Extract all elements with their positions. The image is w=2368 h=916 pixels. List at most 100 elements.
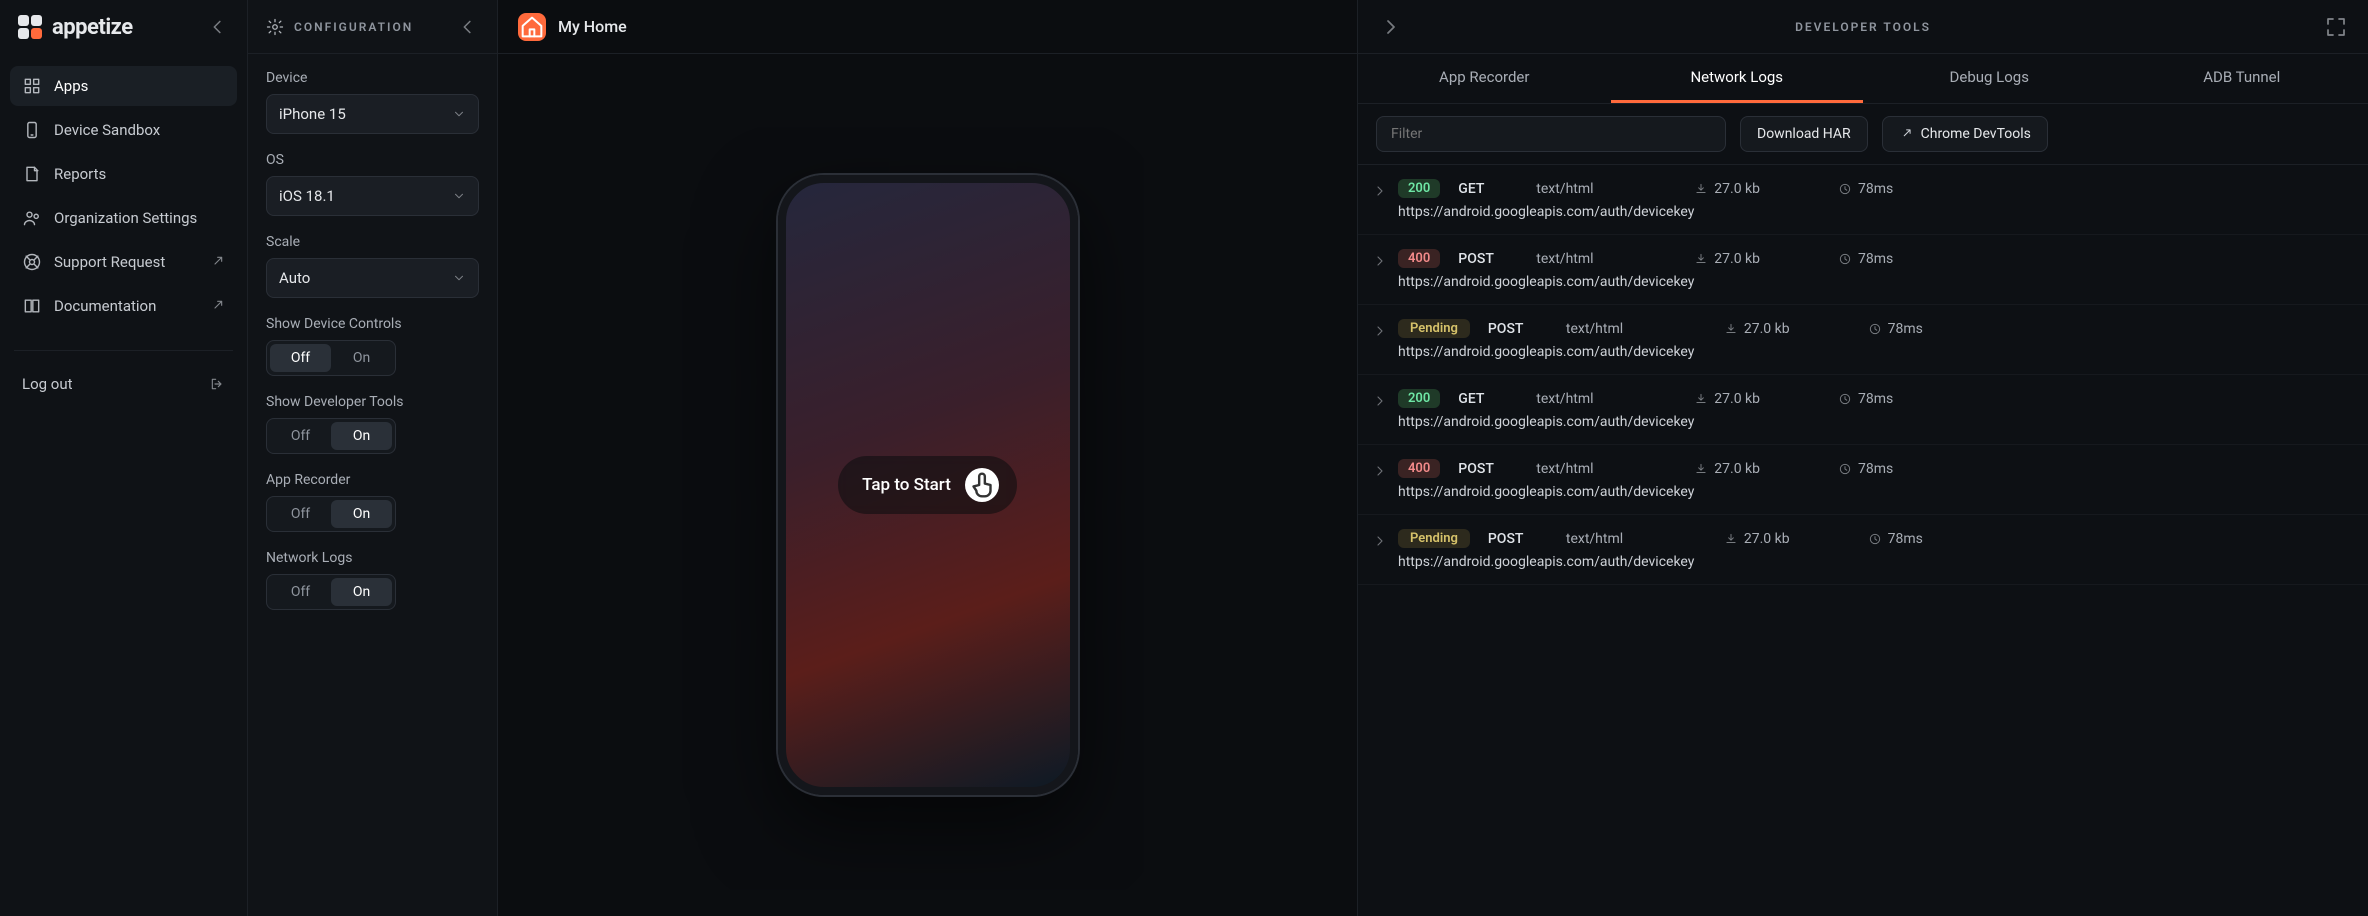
external-link-icon	[209, 254, 225, 270]
scale-select[interactable]: Auto	[266, 258, 479, 298]
toggle-on[interactable]: On	[331, 500, 392, 528]
toggle-off[interactable]: Off	[270, 344, 331, 372]
network-log-row[interactable]: 400 POST text/html 27.0 kb 78ms https://…	[1358, 235, 2368, 305]
network-log-row[interactable]: Pending POST text/html 27.0 kb 78ms http…	[1358, 305, 2368, 375]
sidebar-item-reports[interactable]: Reports	[10, 154, 237, 194]
config-collapse-button[interactable]	[457, 16, 479, 38]
sidebar-item-label: Device Sandbox	[54, 121, 160, 139]
size-value: 27.0 kb	[1694, 461, 1760, 477]
status-badge: 200	[1398, 389, 1440, 408]
http-method: POST	[1458, 461, 1518, 477]
sidebar-collapse-button[interactable]	[207, 16, 229, 38]
button-label: Chrome DevTools	[1921, 126, 2031, 142]
tap-icon	[965, 468, 999, 502]
http-method: POST	[1488, 321, 1548, 337]
apps-icon	[22, 76, 42, 96]
network-log-row[interactable]: 200 GET text/html 27.0 kb 78ms https://a…	[1358, 165, 2368, 235]
logo-mark-icon	[18, 15, 42, 39]
device-value: iPhone 15	[279, 105, 346, 123]
toggle-off[interactable]: Off	[270, 500, 331, 528]
logout-button[interactable]: Log out	[0, 363, 247, 405]
download-har-button[interactable]: Download HAR	[1740, 116, 1868, 152]
external-link-icon	[1899, 127, 1913, 141]
time-value: 78ms	[1838, 391, 1893, 407]
clock-icon	[1838, 462, 1852, 476]
network-log-row[interactable]: Pending POST text/html 27.0 kb 78ms http…	[1358, 515, 2368, 585]
chevron-right-icon	[1372, 183, 1388, 199]
time-value: 78ms	[1838, 461, 1893, 477]
filter-input[interactable]	[1376, 116, 1726, 152]
clock-icon	[1838, 182, 1852, 196]
toggle-on[interactable]: On	[331, 578, 392, 606]
toggle-off[interactable]: Off	[270, 578, 331, 606]
network-log-row[interactable]: 400 POST text/html 27.0 kb 78ms https://…	[1358, 445, 2368, 515]
sidebar-item-apps[interactable]: Apps	[10, 66, 237, 106]
brand-name: appetize	[52, 15, 133, 40]
sidebar-item-device-sandbox[interactable]: Device Sandbox	[10, 110, 237, 150]
devtools-tabs: App Recorder Network Logs Debug Logs ADB…	[1358, 54, 2368, 104]
toggle-on[interactable]: On	[331, 344, 392, 372]
devtools-panel: DEVELOPER TOOLS App Recorder Network Log…	[1358, 0, 2368, 916]
os-label: OS	[266, 152, 479, 168]
chrome-devtools-button[interactable]: Chrome DevTools	[1882, 116, 2048, 152]
sidebar-item-label: Reports	[54, 165, 106, 183]
device-frame[interactable]: Tap to Start	[778, 175, 1078, 795]
config-panel: CONFIGURATION Device iPhone 15 OS iOS 18…	[248, 0, 498, 916]
fullscreen-button[interactable]	[2324, 15, 2348, 39]
toggle-group: Off On	[266, 418, 396, 454]
page-title: My Home	[558, 17, 627, 36]
chevron-down-icon	[452, 189, 466, 203]
sidebar-item-label: Documentation	[54, 297, 156, 315]
request-url: https://android.googleapis.com/auth/devi…	[1398, 344, 2346, 360]
devtools-expand-button[interactable]	[1378, 15, 1402, 39]
sidebar-nav: Apps Device Sandbox Reports Organization…	[0, 54, 247, 338]
devtools-toolbar: Download HAR Chrome DevTools	[1358, 104, 2368, 165]
logout-label: Log out	[22, 375, 73, 393]
device-select[interactable]: iPhone 15	[266, 94, 479, 134]
gear-icon	[266, 18, 284, 36]
toggle-on[interactable]: On	[331, 422, 392, 450]
tab-network-logs[interactable]: Network Logs	[1611, 54, 1864, 103]
reports-icon	[22, 164, 42, 184]
chevron-right-icon	[1372, 253, 1388, 269]
sidebar-item-support[interactable]: Support Request	[10, 242, 237, 282]
support-icon	[22, 252, 42, 272]
clock-icon	[1868, 532, 1882, 546]
chevron-left-icon	[457, 16, 479, 38]
devtools-header: DEVELOPER TOOLS	[1358, 0, 2368, 54]
tab-debug-logs[interactable]: Debug Logs	[1863, 54, 2116, 103]
content-type: text/html	[1566, 531, 1706, 547]
logout-icon	[209, 376, 225, 392]
chevron-down-icon	[452, 107, 466, 121]
os-select[interactable]: iOS 18.1	[266, 176, 479, 216]
time-value: 78ms	[1868, 321, 1923, 337]
sidebar-item-org-settings[interactable]: Organization Settings	[10, 198, 237, 238]
size-value: 27.0 kb	[1694, 251, 1760, 267]
toggle-group: Off On	[266, 496, 396, 532]
download-icon	[1694, 462, 1708, 476]
time-value: 78ms	[1838, 251, 1893, 267]
request-url: https://android.googleapis.com/auth/devi…	[1398, 484, 2346, 500]
tab-app-recorder[interactable]: App Recorder	[1358, 54, 1611, 103]
size-value: 27.0 kb	[1694, 391, 1760, 407]
toggle-label: Show Device Controls	[266, 316, 479, 332]
tap-to-start-button[interactable]: Tap to Start	[838, 456, 1017, 514]
chevron-left-icon	[207, 16, 229, 38]
clock-icon	[1868, 322, 1882, 336]
sidebar-item-docs[interactable]: Documentation	[10, 286, 237, 326]
toggle-show-dev-tools: Show Developer Tools Off On	[266, 394, 479, 454]
button-label: Download HAR	[1757, 126, 1851, 142]
toggle-group: Off On	[266, 574, 396, 610]
tap-label: Tap to Start	[862, 475, 951, 495]
chevron-right-icon	[1372, 323, 1388, 339]
status-badge: 400	[1398, 249, 1440, 268]
download-icon	[1724, 322, 1738, 336]
http-method: POST	[1488, 531, 1548, 547]
toggle-off[interactable]: Off	[270, 422, 331, 450]
content-type: text/html	[1536, 391, 1676, 407]
network-log-list[interactable]: 200 GET text/html 27.0 kb 78ms https://a…	[1358, 165, 2368, 916]
os-value: iOS 18.1	[279, 187, 335, 205]
http-method: GET	[1458, 181, 1518, 197]
network-log-row[interactable]: 200 GET text/html 27.0 kb 78ms https://a…	[1358, 375, 2368, 445]
tab-adb-tunnel[interactable]: ADB Tunnel	[2116, 54, 2368, 103]
